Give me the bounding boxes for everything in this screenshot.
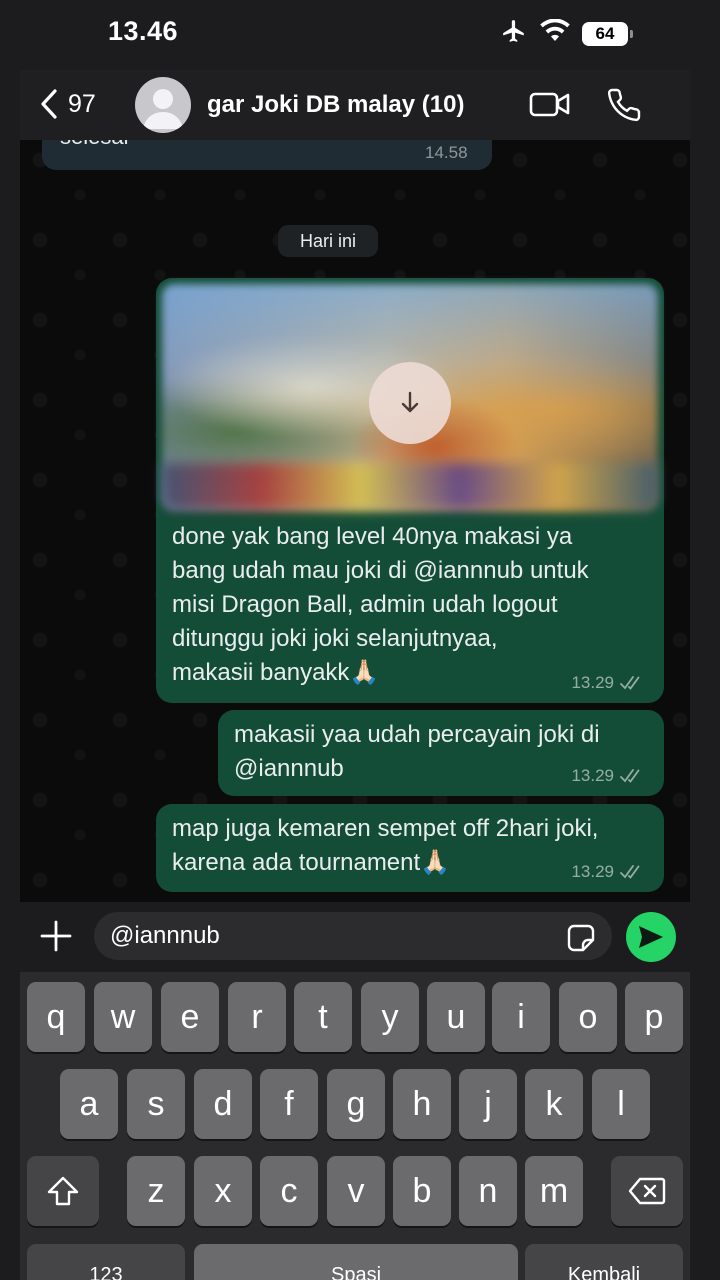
status-time: 13.46 <box>108 16 179 46</box>
message-meta-2: 13.29 <box>571 766 646 786</box>
key-o[interactable]: o <box>559 982 617 1052</box>
key-t[interactable]: t <box>294 982 352 1052</box>
key-g[interactable]: g <box>327 1069 385 1139</box>
send-icon <box>639 926 663 948</box>
message-meta-1: 13.29 <box>571 673 646 693</box>
message-meta-3: 13.29 <box>571 862 646 882</box>
chevron-left-icon <box>41 89 57 119</box>
image-preview-strip <box>162 463 658 510</box>
person-icon <box>143 89 183 129</box>
key-z[interactable]: z <box>127 1156 185 1226</box>
key-x[interactable]: x <box>194 1156 252 1226</box>
key-i[interactable]: i <box>492 982 550 1052</box>
key-r[interactable]: r <box>228 982 286 1052</box>
chat-title[interactable]: gar Joki DB malay (10) <box>207 91 464 119</box>
message-time-3: 13.29 <box>571 862 614 881</box>
message-time-1: 13.29 <box>571 673 614 692</box>
numbers-key[interactable]: 123 <box>27 1244 185 1280</box>
status-bar: 13.46 64 <box>0 0 720 70</box>
wifi-icon <box>540 18 570 48</box>
attach-plus-icon[interactable] <box>38 918 74 959</box>
download-arrow-icon <box>401 391 419 413</box>
previous-message-time: 14.58 <box>425 143 468 162</box>
download-button[interactable] <box>369 362 451 444</box>
key-v[interactable]: v <box>327 1156 385 1226</box>
sticker-icon[interactable] <box>566 923 596 958</box>
key-j[interactable]: j <box>459 1069 517 1139</box>
key-p[interactable]: p <box>625 982 683 1052</box>
avatar[interactable] <box>135 77 191 133</box>
unread-count: 97 <box>68 89 96 118</box>
chat-screen: selesai 14.58 Hari ini done yak bang lev… <box>20 70 690 1280</box>
key-a[interactable]: a <box>60 1069 118 1139</box>
message-bubble-1[interactable]: done yak bang level 40nya makasi ya bang… <box>156 278 664 703</box>
key-w[interactable]: w <box>94 982 152 1052</box>
key-u[interactable]: u <box>427 982 485 1052</box>
key-b[interactable]: b <box>393 1156 451 1226</box>
return-key[interactable]: Kembali <box>525 1244 683 1280</box>
back-button[interactable]: 97 <box>38 88 96 120</box>
message-input[interactable] <box>94 912 612 960</box>
message-list[interactable]: selesai 14.58 Hari ini done yak bang lev… <box>20 140 690 902</box>
video-call-icon[interactable] <box>529 87 571 126</box>
key-n[interactable]: n <box>459 1156 517 1226</box>
key-q[interactable]: q <box>27 982 85 1052</box>
key-y[interactable]: y <box>361 982 419 1052</box>
battery-indicator: 64 <box>582 21 633 46</box>
shift-key[interactable] <box>27 1156 99 1226</box>
read-ticks-icon <box>620 769 640 783</box>
read-ticks-icon <box>620 676 640 690</box>
key-c[interactable]: c <box>260 1156 318 1226</box>
key-h[interactable]: h <box>393 1069 451 1139</box>
backspace-icon <box>628 1177 666 1205</box>
key-e[interactable]: e <box>161 982 219 1052</box>
send-button[interactable] <box>626 912 676 962</box>
message-bubble-3[interactable]: map juga kemaren sempet off 2hari joki, … <box>156 804 664 892</box>
keyboard: q w e r t y u i o p a s d f g h j k l z … <box>20 972 690 1280</box>
space-key[interactable]: Spasi <box>194 1244 518 1280</box>
message-bubble-2[interactable]: makasii yaa udah percayain joki di @iann… <box>218 710 664 796</box>
shift-icon <box>47 1176 79 1206</box>
key-d[interactable]: d <box>194 1069 252 1139</box>
key-s[interactable]: s <box>127 1069 185 1139</box>
airplane-icon <box>500 18 528 49</box>
key-k[interactable]: k <box>525 1069 583 1139</box>
composer-bar <box>20 902 690 972</box>
key-l[interactable]: l <box>592 1069 650 1139</box>
backspace-key[interactable] <box>611 1156 683 1226</box>
phone-call-icon[interactable] <box>606 87 642 128</box>
chat-header: 97 gar Joki DB malay (10) <box>20 70 690 140</box>
message-time-2: 13.29 <box>571 766 614 785</box>
date-chip: Hari ini <box>278 225 379 257</box>
previous-message-text: selesai <box>60 140 128 150</box>
read-ticks-icon <box>620 865 640 879</box>
key-m[interactable]: m <box>525 1156 583 1226</box>
status-icons: 64 <box>500 18 633 49</box>
message-text-1: done yak bang level 40nya makasi ya bang… <box>172 523 589 686</box>
key-f[interactable]: f <box>260 1069 318 1139</box>
